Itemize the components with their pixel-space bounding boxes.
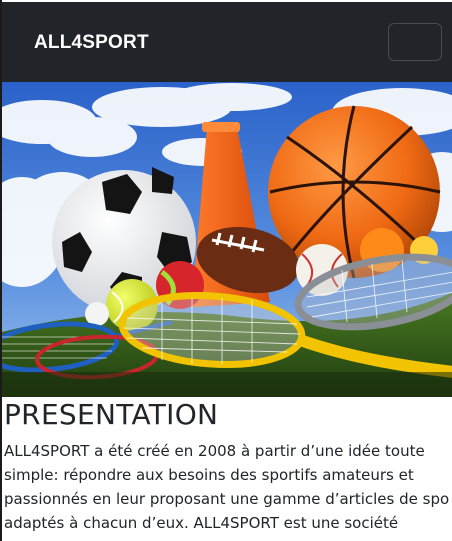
paragraph-line: simple: répondre aux besoins des sportif… (4, 466, 414, 484)
paragraph-line: passionnés en leur proposant une gamme d… (4, 490, 450, 508)
menu-toggle-button[interactable] (388, 23, 442, 61)
page: ALL4SPORT PRESENTATION ALL4SPORT a été c… (0, 0, 452, 541)
main-content: PRESENTATION ALL4SPORT a été créé en 200… (2, 397, 452, 535)
presentation-paragraph: ALL4SPORT a été créé en 2008 à partir d’… (2, 439, 452, 535)
hero-image (2, 82, 452, 397)
page-title: PRESENTATION (4, 398, 219, 431)
paragraph-line: ALL4SPORT a été créé en 2008 à partir d’… (4, 442, 425, 460)
paragraph-line: adaptés à chacun d’eux. ALL4SPORT est un… (4, 514, 399, 532)
sports-equipment-image (2, 82, 452, 397)
brand-link[interactable]: ALL4SPORT (34, 31, 149, 55)
navbar: ALL4SPORT (2, 2, 452, 82)
